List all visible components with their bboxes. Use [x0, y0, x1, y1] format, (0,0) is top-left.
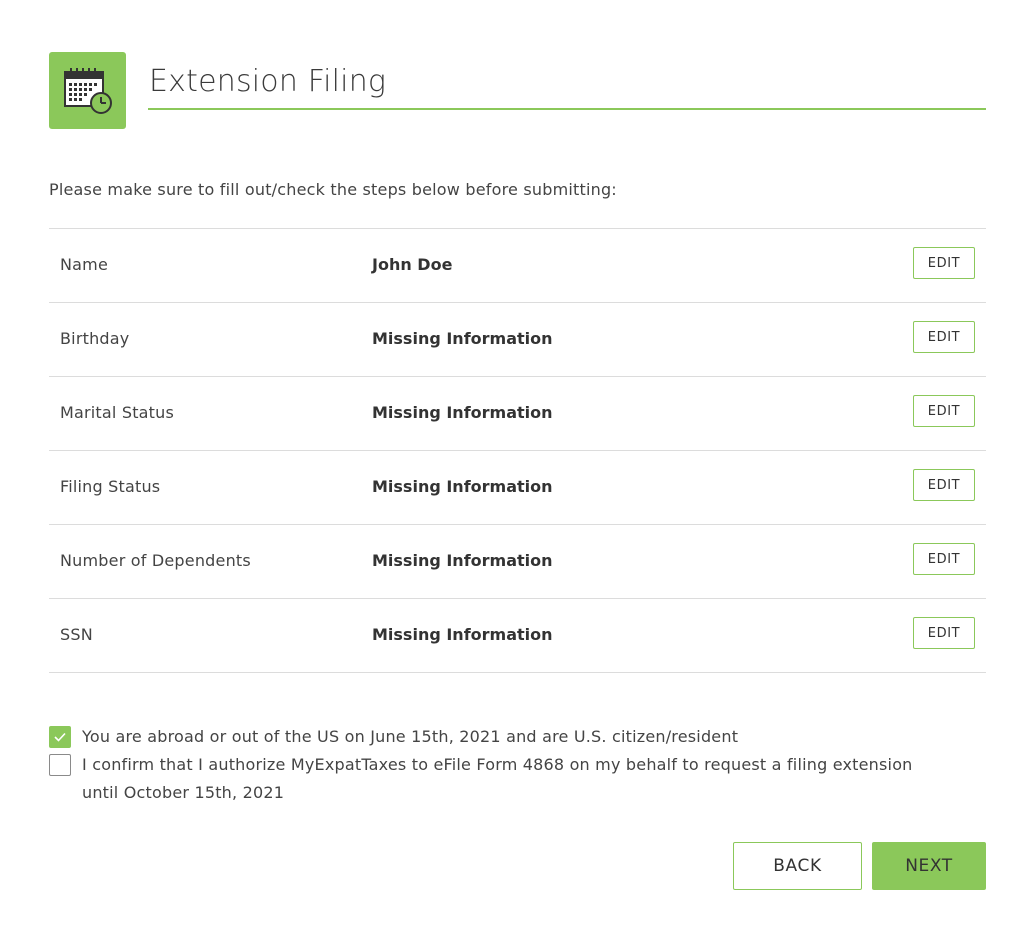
- intro-text: Please make sure to fill out/check the s…: [49, 180, 617, 199]
- authorize-consent-text: I confirm that I authorize MyExpatTaxes …: [82, 755, 913, 802]
- step-row-ssn: SSN Missing Information EDIT: [49, 599, 986, 673]
- edit-filing-status-button[interactable]: EDIT: [913, 469, 975, 501]
- header-icon-tile: [49, 52, 126, 129]
- step-value: Missing Information: [372, 625, 553, 644]
- step-value: John Doe: [372, 255, 453, 274]
- step-label: Marital Status: [60, 403, 175, 422]
- step-label: Name: [60, 255, 109, 274]
- step-label: SSN: [60, 625, 93, 644]
- checkmark-icon: [54, 732, 66, 742]
- step-row-birthday: Birthday Missing Information EDIT: [49, 303, 986, 377]
- steps-list: Name John Doe EDIT Birthday Missing Info…: [49, 228, 986, 673]
- authorize-checkbox[interactable]: [49, 754, 71, 776]
- calendar-clock-icon: [63, 67, 112, 114]
- edit-birthday-button[interactable]: EDIT: [913, 321, 975, 353]
- consent-abroad: You are abroad or out of the US on June …: [49, 726, 949, 754]
- step-label: Number of Dependents: [60, 551, 251, 570]
- step-row-name: Name John Doe EDIT: [49, 229, 986, 303]
- edit-ssn-button[interactable]: EDIT: [913, 617, 975, 649]
- back-button[interactable]: BACK: [733, 842, 862, 890]
- step-value: Missing Information: [372, 329, 553, 348]
- edit-dependents-button[interactable]: EDIT: [913, 543, 975, 575]
- page-title: Extension Filing: [149, 64, 387, 99]
- abroad-consent-text: You are abroad or out of the US on June …: [82, 727, 739, 746]
- step-label: Birthday: [60, 329, 130, 348]
- edit-name-button[interactable]: EDIT: [913, 247, 975, 279]
- step-value: Missing Information: [372, 403, 553, 422]
- step-row-marital-status: Marital Status Missing Information EDIT: [49, 377, 986, 451]
- step-value: Missing Information: [372, 477, 553, 496]
- step-label: Filing Status: [60, 477, 161, 496]
- abroad-checkbox[interactable]: [49, 726, 71, 748]
- step-value: Missing Information: [372, 551, 553, 570]
- consent-authorize: I confirm that I authorize MyExpatTaxes …: [49, 754, 949, 810]
- step-row-filing-status: Filing Status Missing Information EDIT: [49, 451, 986, 525]
- step-row-dependents: Number of Dependents Missing Information…: [49, 525, 986, 599]
- title-divider: [148, 108, 986, 110]
- edit-marital-status-button[interactable]: EDIT: [913, 395, 975, 427]
- next-button[interactable]: NEXT: [872, 842, 986, 890]
